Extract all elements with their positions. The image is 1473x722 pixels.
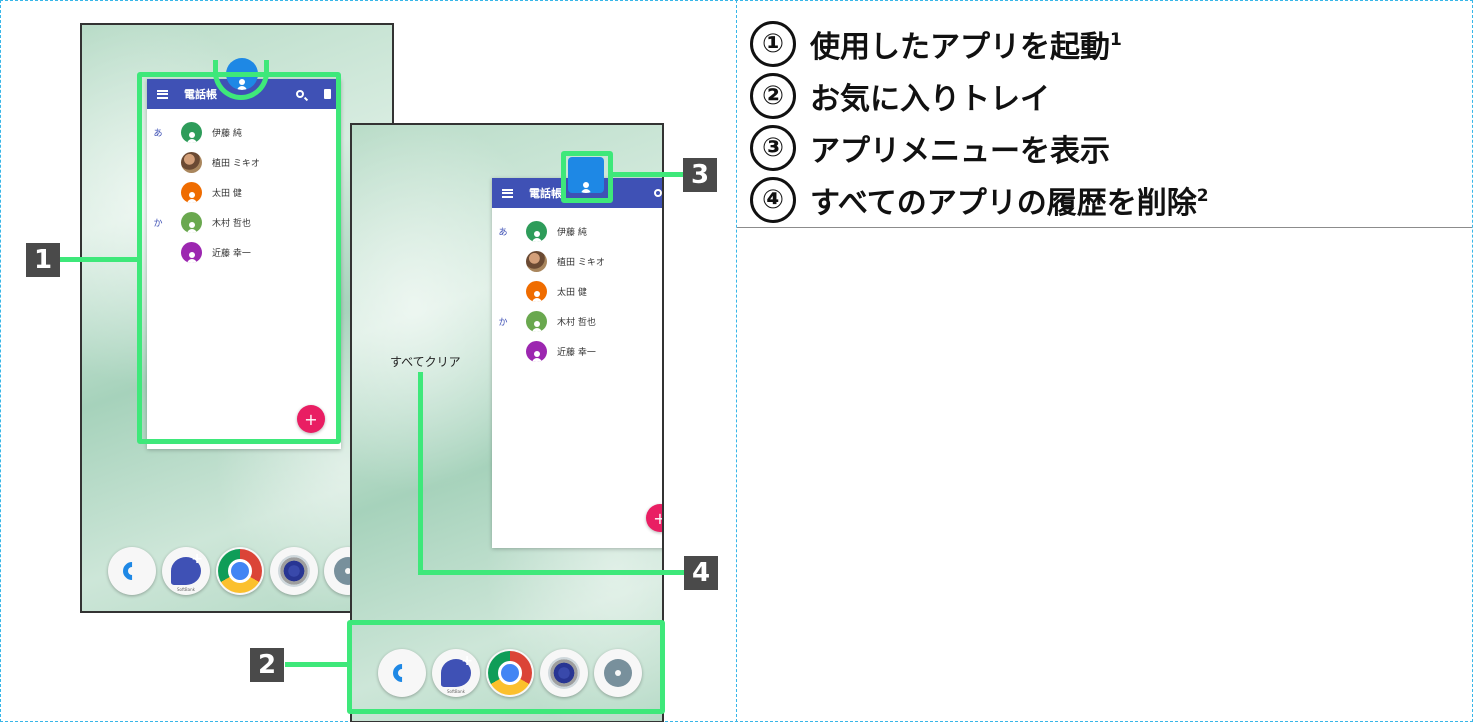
legend-number: ③ [750, 125, 796, 171]
callout-line-2 [285, 662, 350, 667]
footnote-marker: 1 [1110, 30, 1122, 50]
callout-line-4-vertical [418, 372, 423, 575]
callout-line-1 [60, 257, 140, 262]
contact-row[interactable]: あ 伊藤 純 [492, 216, 662, 246]
legend-text: 使用したアプリを起動 [810, 30, 1110, 65]
legend-item-4: ④ すべてのアプリの履歴を削除 2 [750, 174, 1209, 226]
contact-row[interactable]: 近藤 幸一 [492, 336, 662, 366]
chrome-icon[interactable] [216, 547, 264, 595]
legend-text: アプリメニューを表示 [810, 134, 1110, 169]
callout-label-1: 1 [26, 243, 60, 277]
section-letter: か [498, 317, 508, 328]
callout-line-3 [613, 172, 683, 177]
callout-box-1 [137, 72, 341, 444]
legend-number: ① [750, 21, 796, 67]
callout-label-4: 4 [684, 556, 718, 590]
legend-item-3: ③ アプリメニューを表示 [750, 122, 1209, 174]
person-avatar-icon [526, 280, 547, 302]
person-avatar-icon [526, 310, 547, 332]
search-icon[interactable] [654, 189, 662, 197]
callout-box-2 [347, 620, 665, 714]
contact-row[interactable]: 植田 ミキオ [492, 246, 662, 276]
legend: ① 使用したアプリを起動 1 ② お気に入りトレイ ③ アプリメニューを表示 ④ … [750, 18, 1209, 226]
contact-name: 近藤 幸一 [557, 347, 596, 358]
photo-avatar [526, 250, 547, 272]
add-contact-fab[interactable]: + [646, 504, 662, 532]
contact-list: あ 伊藤 純 植田 ミキオ 太田 健 か 木村 哲也 近藤 幸一 [492, 208, 662, 366]
column-divider [736, 0, 737, 722]
legend-divider [737, 227, 1472, 228]
camera-icon[interactable] [270, 547, 318, 595]
contact-row[interactable]: か 木村 哲也 [492, 306, 662, 336]
person-avatar-icon [526, 220, 547, 242]
contact-name: 太田 健 [557, 287, 587, 298]
recent-app-card[interactable]: 電話帳 あ 伊藤 純 植田 ミキオ 太田 健 か 木村 哲也 近藤 幸一 [492, 178, 662, 548]
callout-label-3: 3 [683, 158, 717, 192]
callout-box-3 [561, 151, 613, 203]
contact-name: 木村 哲也 [557, 317, 596, 328]
callout-label-2: 2 [250, 648, 284, 682]
callout-line-4-horizontal [418, 570, 684, 575]
footnote-marker: 2 [1196, 186, 1209, 206]
clear-all-button[interactable]: すべてクリア [390, 353, 461, 370]
legend-number: ④ [750, 177, 796, 223]
section-letter: あ [498, 227, 508, 238]
legend-text: すべてのアプリの履歴を削除 [810, 186, 1197, 221]
legend-number: ② [750, 73, 796, 119]
legend-text: お気に入りトレイ [810, 82, 1050, 117]
contact-row[interactable]: 太田 健 [492, 276, 662, 306]
legend-item-2: ② お気に入りトレイ [750, 70, 1209, 122]
contact-name: 伊藤 純 [557, 227, 587, 238]
menu-icon[interactable] [502, 188, 513, 198]
softbank-message-icon[interactable]: SoftBank [162, 547, 210, 595]
home-dock: SoftBank [108, 547, 378, 595]
legend-item-1: ① 使用したアプリを起動 1 [750, 18, 1209, 70]
contact-name: 植田 ミキオ [557, 257, 605, 268]
phone-icon[interactable] [108, 547, 156, 595]
person-avatar-icon [526, 340, 547, 362]
